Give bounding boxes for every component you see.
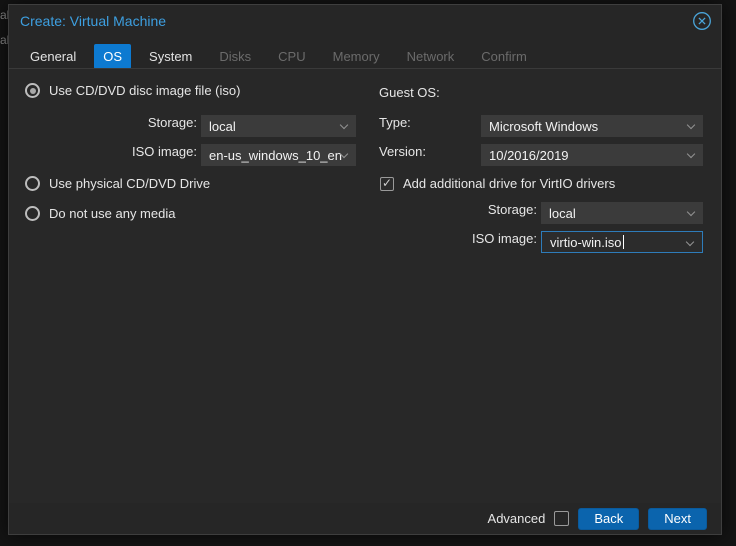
create-vm-dialog: Create: Virtual Machine General OS Syste…	[8, 4, 722, 535]
os-version-select-value: 10/2016/2019	[489, 147, 569, 163]
wizard-tabbar: General OS System Disks CPU Memory Netwo…	[21, 43, 536, 69]
tab-system[interactable]: System	[140, 44, 201, 69]
radio-row-physical-drive: Use physical CD/DVD Drive	[25, 176, 210, 191]
chevron-down-icon	[686, 207, 696, 217]
iso-storage-select-value: local	[209, 118, 236, 134]
advanced-checkbox[interactable]	[554, 511, 570, 526]
tab-general[interactable]: General	[21, 44, 85, 69]
virtio-storage-select-value: local	[549, 205, 576, 221]
use-physical-drive-radio-label: Use physical CD/DVD Drive	[49, 176, 211, 191]
next-button[interactable]: Next	[648, 507, 707, 530]
virtio-checkbox-label: Add additional drive for VirtIO drivers	[403, 176, 616, 191]
tab-cpu: CPU	[278, 48, 306, 64]
storage-label-text: Storage:	[147, 115, 197, 130]
no-media-radio-label: Do not use any media	[49, 206, 176, 221]
back-button[interactable]: Back	[578, 507, 640, 530]
type-label-text: Type:	[379, 115, 411, 130]
type-label: Type:	[379, 115, 411, 130]
text-cursor	[622, 235, 624, 249]
iso-image-select-value: en-us_windows_10_en	[209, 147, 342, 163]
iso-image-label-left: ISO image:	[69, 144, 197, 159]
backdrop-text-fragment: al	[0, 8, 8, 22]
virtio-iso-image-select-value: virtio-win.iso	[550, 234, 622, 250]
os-tab-panel: Use CD/DVD disc image file (iso) Storage…	[9, 68, 721, 505]
radio-row-no-media: Do not use any media	[25, 206, 175, 221]
os-type-select[interactable]: Microsoft Windows	[481, 115, 703, 137]
iso-image-select[interactable]: en-us_windows_10_en	[201, 144, 356, 166]
close-button[interactable]	[692, 11, 712, 31]
radio-row-cd-iso: Use CD/DVD disc image file (iso)	[25, 83, 240, 98]
iso-image-label-text: ISO image:	[131, 144, 197, 159]
guest-os-heading: Guest OS:	[379, 85, 440, 100]
virtio-iso-image-select[interactable]: virtio-win.iso	[541, 231, 703, 253]
iso-storage-select[interactable]: local	[201, 115, 356, 137]
close-icon	[692, 11, 712, 31]
tab-disks: Disks	[219, 48, 252, 64]
os-version-select[interactable]: 10/2016/2019	[481, 144, 703, 166]
virtio-drivers-checkbox[interactable]	[380, 176, 394, 191]
virtio-iso-image-label-text: ISO image:	[471, 231, 537, 246]
chevron-down-icon	[686, 120, 696, 130]
chevron-down-icon	[686, 149, 696, 159]
chevron-down-icon	[685, 237, 695, 247]
storage-label-left: Storage:	[69, 115, 197, 130]
version-label-text: Version:	[379, 144, 426, 159]
use-physical-drive-radio[interactable]	[25, 176, 40, 191]
tab-os[interactable]: OS	[94, 43, 132, 69]
use-iso-radio-label: Use CD/DVD disc image file (iso)	[49, 83, 241, 98]
no-media-radio[interactable]	[25, 206, 40, 221]
version-label: Version:	[379, 144, 426, 159]
tab-confirm: Confirm	[481, 48, 527, 64]
tab-network: Network	[406, 48, 455, 64]
storage-label-right: Storage:	[429, 202, 537, 217]
dialog-title: Create: Virtual Machine	[20, 13, 167, 29]
virtio-storage-select[interactable]: local	[541, 202, 703, 224]
guest-os-heading-text: Guest OS:	[379, 85, 440, 100]
virtio-checkbox-row: Add additional drive for VirtIO drivers	[380, 176, 615, 191]
os-type-select-value: Microsoft Windows	[489, 118, 599, 134]
backdrop-text-fragment: al	[0, 33, 8, 47]
virtio-storage-label-text: Storage:	[487, 202, 537, 217]
dialog-footer: Advanced Back Next	[9, 503, 721, 534]
virtio-iso-image-label: ISO image:	[429, 231, 537, 246]
advanced-label: Advanced	[487, 511, 546, 526]
tab-memory: Memory	[332, 48, 380, 64]
chevron-down-icon	[339, 120, 349, 130]
use-iso-radio[interactable]	[25, 83, 40, 98]
